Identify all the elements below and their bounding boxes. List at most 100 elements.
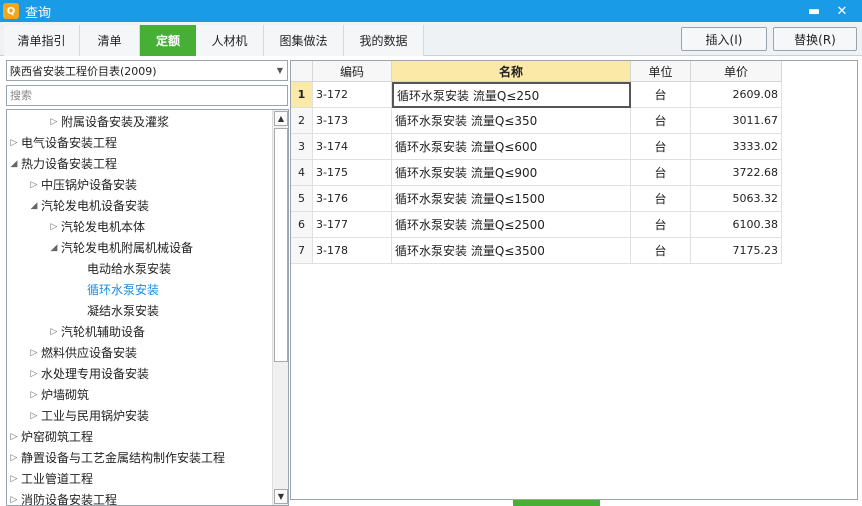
row-number[interactable]: 2 bbox=[291, 108, 313, 134]
insert-button[interactable]: 插入(I) bbox=[681, 27, 767, 51]
name-cell[interactable]: 循环水泵安装 流量Q≤250 bbox=[392, 82, 631, 108]
minimize-icon[interactable]: ▬ bbox=[804, 2, 824, 20]
name-cell[interactable]: 循环水泵安装 流量Q≤1500 bbox=[392, 186, 631, 212]
price-cell[interactable]: 2609.08 bbox=[691, 82, 782, 108]
tree-item[interactable]: ▷ 水处理专用设备安装 bbox=[27, 363, 149, 384]
tree-item[interactable]: ▷ 中压锅炉设备安装 bbox=[27, 174, 137, 195]
price-header[interactable]: 单价 bbox=[691, 61, 782, 82]
unit-cell[interactable]: 台 bbox=[631, 134, 691, 160]
tree-item[interactable]: ▷ 工业与民用锅炉安装 bbox=[27, 405, 149, 426]
tree-item[interactable]: ▷ 炉窑砌筑工程 bbox=[7, 426, 93, 447]
name-header[interactable]: 名称 bbox=[392, 61, 631, 82]
tree-item-label: 燃料供应设备安装 bbox=[41, 346, 138, 360]
code-cell[interactable]: 3-176 bbox=[313, 186, 392, 212]
expand-toggle-icon[interactable]: ▷ bbox=[47, 222, 61, 232]
row-number[interactable]: 7 bbox=[291, 238, 313, 264]
tree-item[interactable]: ◢ 热力设备安装工程 bbox=[7, 153, 117, 174]
unit-cell[interactable]: 台 bbox=[631, 108, 691, 134]
name-cell[interactable]: 循环水泵安装 流量Q≤900 bbox=[392, 160, 631, 186]
row-number[interactable]: 5 bbox=[291, 186, 313, 212]
tree-item[interactable]: 凝结水泵安装 bbox=[67, 300, 159, 321]
tree-item-label: 静置设备与工艺金属结构制作安装工程 bbox=[21, 451, 226, 465]
tree-item[interactable]: 电动给水泵安装 bbox=[67, 258, 171, 279]
unit-cell[interactable]: 台 bbox=[631, 212, 691, 238]
tree-item[interactable]: ▷ 静置设备与工艺金属结构制作安装工程 bbox=[7, 447, 225, 468]
quota-grid: 编码 名称 单位 单价 1 3-172 循环水泵安装 流量Q≤250 台 2609.08… bbox=[290, 60, 858, 500]
name-cell[interactable]: 循环水泵安装 流量Q≤600 bbox=[392, 134, 631, 160]
price-cell[interactable]: 5063.32 bbox=[691, 186, 782, 212]
code-cell[interactable]: 3-177 bbox=[313, 212, 392, 238]
expand-toggle-icon[interactable]: ▷ bbox=[7, 495, 21, 505]
unit-cell[interactable]: 台 bbox=[631, 160, 691, 186]
tree-item-label: 热力设备安装工程 bbox=[21, 157, 118, 171]
tree-item[interactable]: ▷ 燃料供应设备安装 bbox=[27, 342, 137, 363]
code-cell[interactable]: 3-178 bbox=[313, 238, 392, 264]
tree-scrollbar[interactable]: ▲ ▼ bbox=[272, 110, 288, 505]
price-cell[interactable]: 3011.67 bbox=[691, 108, 782, 134]
tab-quota[interactable]: 定额 bbox=[140, 25, 196, 56]
tree-item[interactable]: ▷ 消防设备安装工程 bbox=[7, 489, 117, 505]
expand-toggle-icon[interactable]: ◢ bbox=[47, 243, 61, 253]
code-header[interactable]: 编码 bbox=[313, 61, 392, 82]
tab-my-data[interactable]: 我的数据 bbox=[344, 25, 424, 56]
tree-item[interactable]: ◢ 汽轮发电机附属机械设备 bbox=[47, 237, 193, 258]
scroll-up-icon[interactable]: ▲ bbox=[274, 111, 288, 126]
code-cell[interactable]: 3-174 bbox=[313, 134, 392, 160]
expand-toggle-icon[interactable]: ▷ bbox=[27, 411, 41, 421]
expand-toggle-icon[interactable]: ▷ bbox=[27, 390, 41, 400]
row-number[interactable]: 4 bbox=[291, 160, 313, 186]
tab-atlas[interactable]: 图集做法 bbox=[264, 25, 344, 56]
name-cell[interactable]: 循环水泵安装 流量Q≤3500 bbox=[392, 238, 631, 264]
unit-cell[interactable]: 台 bbox=[631, 186, 691, 212]
price-cell[interactable]: 7175.23 bbox=[691, 238, 782, 264]
replace-button[interactable]: 替换(R) bbox=[773, 27, 857, 51]
price-cell[interactable]: 3722.68 bbox=[691, 160, 782, 186]
price-cell[interactable]: 6100.38 bbox=[691, 212, 782, 238]
unit-cell[interactable]: 台 bbox=[631, 82, 691, 108]
expand-toggle-icon[interactable]: ▷ bbox=[47, 327, 61, 337]
code-cell[interactable]: 3-172 bbox=[313, 82, 392, 108]
unit-cell[interactable]: 台 bbox=[631, 238, 691, 264]
tab-bill-guide[interactable]: 清单指引 bbox=[4, 25, 80, 56]
title-bar: Q 查询 ▬ ✕ bbox=[0, 0, 862, 22]
row-number[interactable]: 6 bbox=[291, 212, 313, 238]
expand-toggle-icon[interactable]: ◢ bbox=[27, 201, 41, 211]
expand-toggle-icon[interactable]: ▷ bbox=[7, 453, 21, 463]
library-dropdown[interactable]: 陕西省安装工程价目表(2009) ▼ bbox=[6, 60, 288, 81]
tree-item[interactable]: ▷ 附属设备安装及灌浆 bbox=[47, 111, 169, 132]
tree-item[interactable]: ▷ 汽轮机辅助设备 bbox=[47, 321, 145, 342]
expand-toggle-icon[interactable]: ▷ bbox=[27, 180, 41, 190]
panel-expand-handle[interactable] bbox=[513, 500, 600, 506]
price-cell[interactable]: 3333.02 bbox=[691, 134, 782, 160]
tree-item[interactable]: 循环水泵安装 bbox=[67, 279, 159, 300]
tree-item[interactable]: ▷ 电气设备安装工程 bbox=[7, 132, 117, 153]
row-number[interactable]: 3 bbox=[291, 134, 313, 160]
tree-item-label: 水处理专用设备安装 bbox=[41, 367, 150, 381]
name-cell[interactable]: 循环水泵安装 流量Q≤2500 bbox=[392, 212, 631, 238]
chevron-down-icon[interactable]: ▼ bbox=[277, 66, 283, 75]
close-icon[interactable]: ✕ bbox=[832, 2, 852, 20]
expand-toggle-icon[interactable]: ▷ bbox=[7, 474, 21, 484]
code-cell[interactable]: 3-175 bbox=[313, 160, 392, 186]
tree-item[interactable]: ▷ 汽轮发电机本体 bbox=[47, 216, 145, 237]
expand-toggle-icon[interactable]: ▷ bbox=[7, 432, 21, 442]
unit-header[interactable]: 单位 bbox=[631, 61, 691, 82]
expand-toggle-icon[interactable]: ▷ bbox=[7, 138, 21, 148]
tree-item[interactable]: ▷ 炉墙砌筑 bbox=[27, 384, 89, 405]
expand-toggle-icon[interactable]: ▷ bbox=[27, 348, 41, 358]
tree-item[interactable]: ▷ 工业管道工程 bbox=[7, 468, 93, 489]
name-cell[interactable]: 循环水泵安装 流量Q≤350 bbox=[392, 108, 631, 134]
scroll-thumb[interactable] bbox=[274, 128, 288, 362]
scroll-down-icon[interactable]: ▼ bbox=[274, 489, 288, 504]
search-input[interactable] bbox=[6, 85, 288, 106]
tree-item[interactable]: ◢ 汽轮发电机设备安装 bbox=[27, 195, 149, 216]
expand-toggle-icon[interactable]: ◢ bbox=[7, 159, 21, 169]
window-title: 查询 bbox=[25, 5, 52, 21]
tab-bill[interactable]: 清单 bbox=[80, 25, 140, 56]
expand-toggle-icon[interactable]: ▷ bbox=[27, 369, 41, 379]
row-number[interactable]: 1 bbox=[291, 82, 313, 108]
tree-item-label: 炉窑砌筑工程 bbox=[21, 430, 94, 444]
code-cell[interactable]: 3-173 bbox=[313, 108, 392, 134]
tab-labor-material[interactable]: 人材机 bbox=[196, 25, 264, 56]
expand-toggle-icon[interactable]: ▷ bbox=[47, 117, 61, 127]
